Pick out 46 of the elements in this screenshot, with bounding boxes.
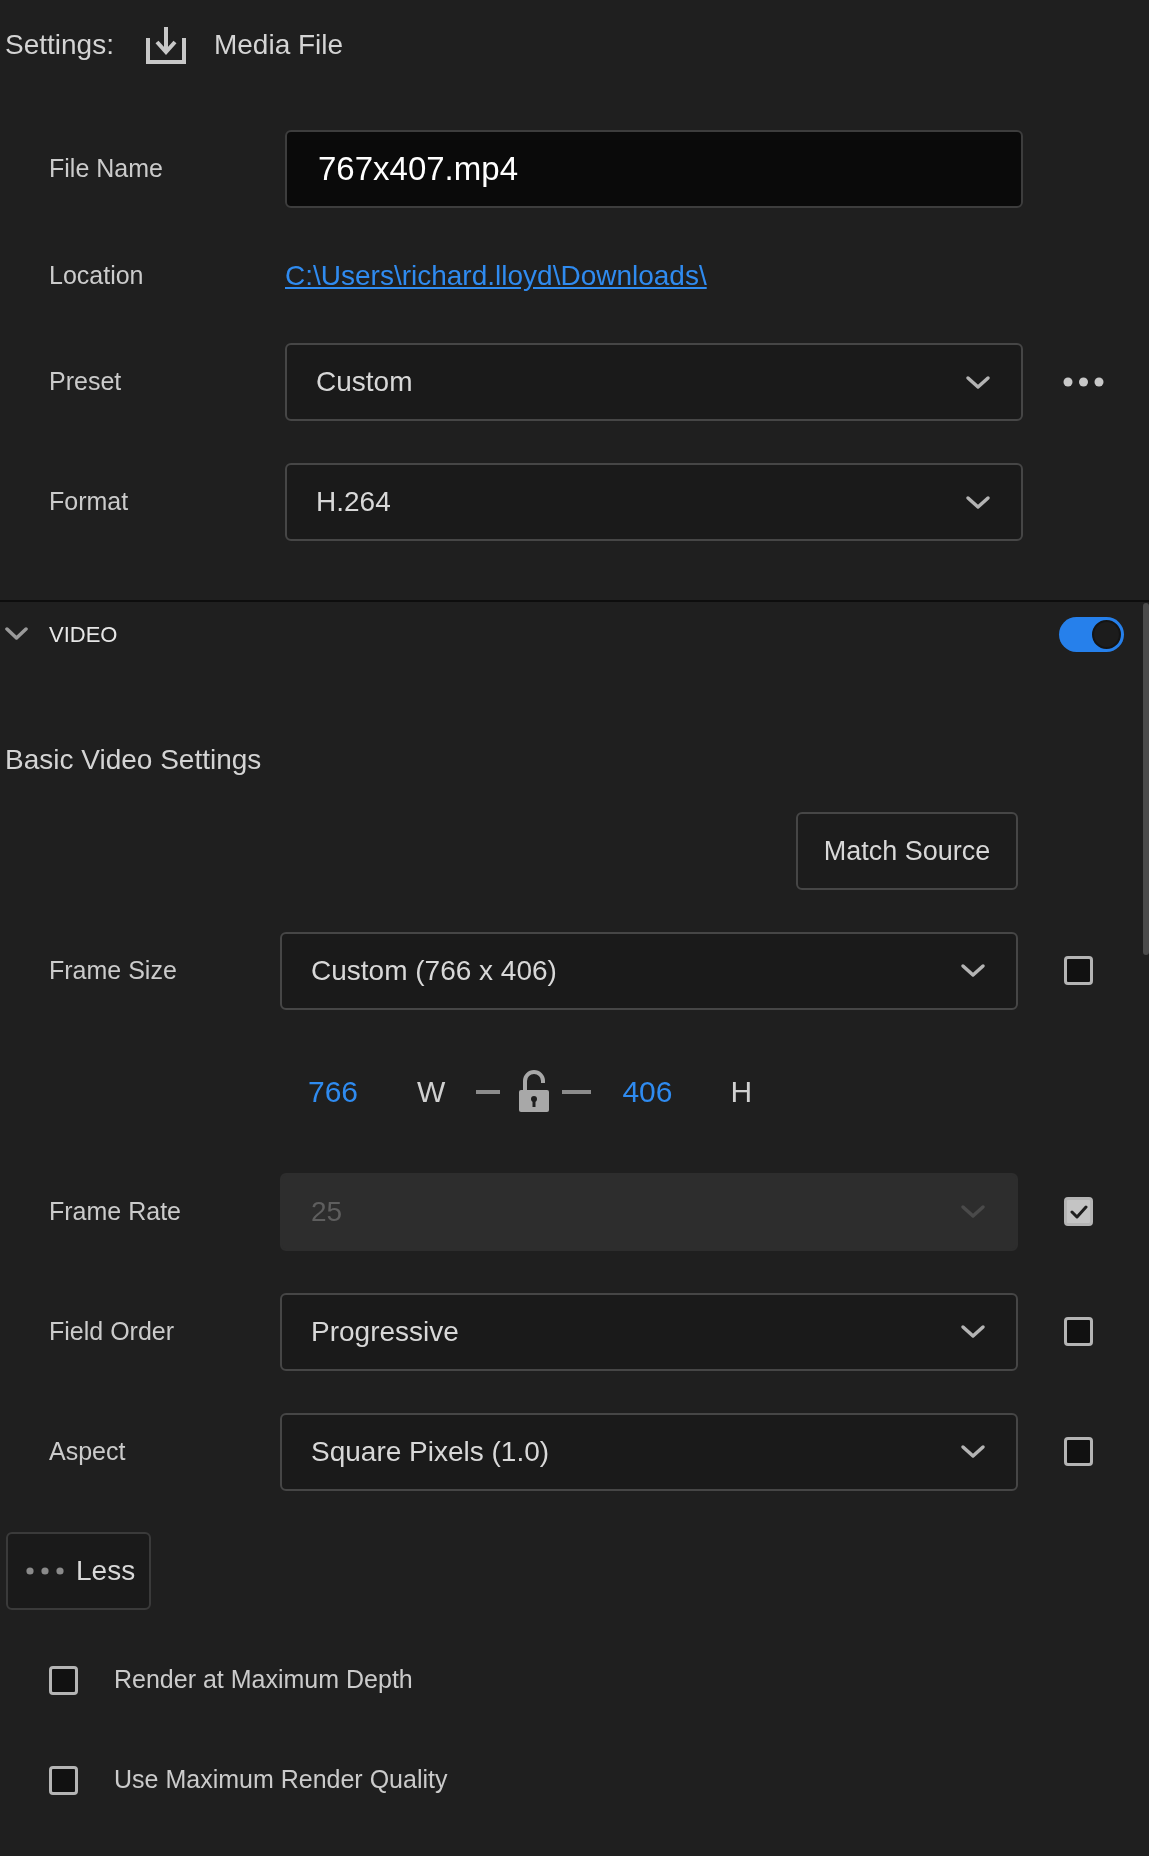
chevron-down-icon xyxy=(965,374,991,390)
chevron-down-icon[interactable] xyxy=(5,627,28,641)
height-unit-label: H xyxy=(730,1073,753,1110)
height-value[interactable]: 406 xyxy=(622,1068,673,1114)
download-icon xyxy=(145,26,186,64)
ellipsis-icon[interactable] xyxy=(1063,377,1104,387)
field-label: Preset xyxy=(49,366,123,398)
dropdown[interactable]: Custom xyxy=(285,343,1023,421)
checkbox[interactable] xyxy=(1064,1437,1093,1466)
field-label: Field Order xyxy=(49,1315,176,1347)
checkbox-label: Render at Maximum Depth xyxy=(114,1664,413,1696)
destination-title: Media File xyxy=(213,28,344,62)
width-unit-label: W xyxy=(417,1073,446,1110)
dropdown[interactable]: H.264 xyxy=(285,463,1023,541)
padlock-link-icon[interactable] xyxy=(476,1070,592,1112)
location-link[interactable]: C:\Users\richard.lloyd\Downloads\ xyxy=(285,255,707,297)
match-source-button[interactable]: Match Source xyxy=(796,812,1018,890)
dropdown[interactable]: Progressive xyxy=(280,1292,1018,1371)
ellipsis-icon xyxy=(26,1567,64,1575)
less-button[interactable]: Less xyxy=(6,1532,151,1610)
field-label: Location xyxy=(49,260,145,292)
chevron-down-icon xyxy=(960,1444,986,1459)
checkbox[interactable] xyxy=(49,1765,78,1795)
field-label: Format xyxy=(49,486,130,518)
field-label: File Name xyxy=(49,153,164,185)
chevron-down-icon xyxy=(960,963,986,978)
checkbox-label: Use Maximum Render Quality xyxy=(114,1764,448,1796)
scrollbar-thumb[interactable] xyxy=(1143,603,1149,955)
toggle-switch[interactable] xyxy=(1059,616,1124,652)
checkbox[interactable] xyxy=(1064,956,1093,985)
dropdown[interactable]: Square Pixels (1.0) xyxy=(280,1412,1018,1491)
settings-title: Settings: xyxy=(5,28,114,62)
file-name-field[interactable]: 767x407.mp4 xyxy=(285,130,1023,208)
checkmark-icon xyxy=(1069,1204,1088,1219)
chevron-down-icon xyxy=(960,1204,986,1219)
chevron-down-icon xyxy=(965,494,991,510)
field-label: Frame Size xyxy=(49,954,178,986)
dropdown[interactable]: Custom (766 x 406) xyxy=(280,931,1018,1010)
checkbox[interactable] xyxy=(1064,1317,1093,1346)
subsection-heading: Basic Video Settings xyxy=(5,743,262,777)
field-label: Aspect xyxy=(49,1435,127,1467)
chevron-down-icon xyxy=(960,1324,986,1339)
section-title: VIDEO xyxy=(49,620,118,649)
checkbox[interactable] xyxy=(49,1665,78,1695)
width-value[interactable]: 766 xyxy=(308,1068,359,1114)
field-label: Frame Rate xyxy=(49,1195,182,1227)
